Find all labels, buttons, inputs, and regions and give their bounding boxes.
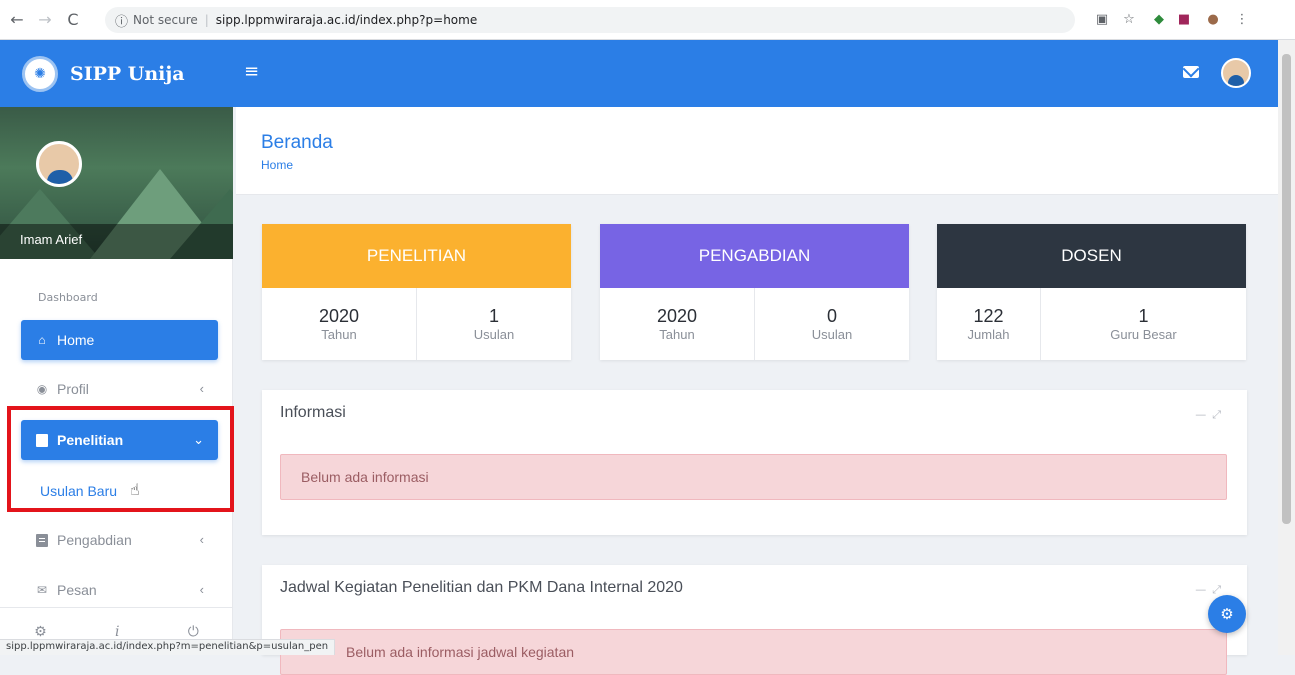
chevron-left-icon: ‹: [199, 381, 204, 396]
chevron-left-icon: ‹: [199, 582, 204, 597]
stat-card-title: DOSEN: [937, 224, 1246, 288]
brand-name: SIPP Unija: [70, 62, 185, 85]
profile-name[interactable]: Imam Arief: [0, 224, 233, 259]
stat-label: Jumlah: [967, 327, 1010, 342]
stat-cell: 1 Usulan: [416, 288, 571, 360]
stat-label: Tahun: [659, 327, 695, 342]
stat-card-pengabdian: PENGABDIAN 2020 Tahun 0 Usulan: [600, 224, 909, 360]
star-icon[interactable]: ☆: [1119, 9, 1139, 29]
user-circle-icon: ◉: [36, 382, 48, 396]
stat-label: Usulan: [811, 327, 853, 342]
sidebar: Imam Arief Dashboard ⌂ Home ◉ Profil ‹ P…: [0, 107, 234, 655]
address-bar[interactable]: ⓘ Not secure | sipp.lppmwiraraja.ac.id/i…: [105, 7, 1075, 33]
stat-label: Guru Besar: [1110, 327, 1177, 342]
stat-label: Usulan: [473, 327, 515, 342]
stat-cell: 122 Jumlah: [937, 288, 1040, 360]
settings-icon[interactable]: ⚙: [34, 624, 47, 640]
top-app-bar: [233, 40, 1278, 107]
stat-cell: 2020 Tahun: [600, 288, 754, 360]
info-icon[interactable]: ⓘ: [115, 11, 128, 30]
stat-card-title: PENELITIAN: [262, 224, 571, 288]
sidebar-item-label: Pengabdian: [57, 532, 132, 548]
stat-card-penelitian: PENELITIAN 2020 Tahun 1 Usulan: [262, 224, 571, 360]
panel-tools[interactable]: —⤢: [1195, 408, 1227, 422]
stat-card-body: 2020 Tahun 0 Usulan: [600, 288, 909, 360]
not-secure-label: Not secure: [133, 13, 198, 27]
info-alert: Belum ada informasi: [280, 454, 1227, 500]
stat-value: 2020: [318, 306, 360, 326]
highlight-box: [7, 406, 234, 512]
stat-label: Tahun: [321, 327, 357, 342]
translate-icon[interactable]: ▣: [1092, 9, 1112, 29]
sidebar-item-label: Profil: [57, 381, 89, 397]
url-text[interactable]: sipp.lppmwiraraja.ac.id/index.php?p=home: [216, 13, 477, 27]
chevron-left-icon: ‹: [199, 532, 204, 547]
stat-cell: 1 Guru Besar: [1040, 288, 1246, 360]
stat-value: 2020: [656, 306, 698, 326]
stat-value: 0: [826, 306, 837, 326]
stat-value: 1: [1138, 306, 1149, 326]
sidebar-item-label: Home: [57, 332, 95, 348]
sidebar-item-pesan[interactable]: ✉ Pesan ‹: [21, 570, 218, 610]
expand-icon[interactable]: ⤢: [1212, 408, 1227, 421]
sidebar-item-home[interactable]: ⌂ Home: [21, 320, 218, 360]
stat-cell: 0 Usulan: [754, 288, 909, 360]
document-icon: [35, 533, 49, 547]
sidebar-section-title: Dashboard: [38, 291, 98, 304]
mail-icon: ✉: [36, 583, 48, 597]
browser-toolbar: ← → C ⓘ Not secure | sipp.lppmwiraraja.a…: [0, 0, 1295, 40]
reload-icon[interactable]: C: [62, 9, 84, 31]
stat-cell: 2020 Tahun: [262, 288, 416, 360]
stat-card-title: PENGABDIAN: [600, 224, 909, 288]
info-icon[interactable]: i: [115, 624, 119, 640]
stat-value: 122: [973, 306, 1004, 326]
more-menu-icon[interactable]: ⋮: [1232, 9, 1252, 29]
minimize-icon[interactable]: —: [1195, 408, 1212, 421]
sidebar-item-pengabdian[interactable]: Pengabdian ‹: [21, 520, 218, 560]
status-bar-url: sipp.lppmwiraraja.ac.id/index.php?m=pene…: [0, 639, 336, 655]
scrollbar-thumb[interactable]: [1282, 54, 1291, 524]
university-logo-icon: ✺: [22, 55, 58, 92]
stat-value: 1: [488, 306, 499, 326]
settings-fab[interactable]: ⚙: [1208, 595, 1246, 633]
stat-card-body: 2020 Tahun 1 Usulan: [262, 288, 571, 360]
minimize-icon[interactable]: —: [1195, 583, 1212, 596]
page-header: Beranda Home: [236, 107, 1278, 195]
profile-avatar-icon[interactable]: ●: [1203, 9, 1223, 29]
extension-icon[interactable]: ◆: [1149, 9, 1169, 29]
forward-arrow-icon[interactable]: →: [34, 9, 56, 31]
stat-card-dosen: DOSEN 122 Jumlah 1 Guru Besar: [937, 224, 1246, 360]
schedule-panel: Jadwal Kegiatan Penelitian dan PKM Dana …: [262, 565, 1247, 675]
sidebar-item-label: Pesan: [57, 582, 97, 598]
extension-icon[interactable]: ■: [1174, 9, 1194, 29]
page-title: Beranda: [261, 132, 333, 153]
power-icon[interactable]: ⏻: [188, 624, 199, 640]
hamburger-menu-icon[interactable]: ≡: [244, 62, 264, 82]
sidebar-item-profil[interactable]: ◉ Profil ‹: [21, 369, 218, 409]
home-icon: ⌂: [38, 333, 46, 347]
breadcrumb[interactable]: Home: [261, 158, 293, 172]
panel-title: Informasi: [280, 404, 346, 421]
schedule-alert: Belum ada informasi jadwal kegiatan: [280, 629, 1227, 675]
scrollbar[interactable]: [1278, 40, 1295, 655]
panel-title: Jadwal Kegiatan Penelitian dan PKM Dana …: [280, 579, 683, 596]
gear-icon: ⚙: [1220, 605, 1234, 623]
profile-avatar[interactable]: [36, 141, 82, 187]
stat-card-body: 122 Jumlah 1 Guru Besar: [937, 288, 1246, 360]
profile-banner: Imam Arief: [0, 107, 233, 259]
brand-bar[interactable]: ✺ SIPP Unija: [0, 40, 233, 107]
info-panel: Informasi —⤢ Belum ada informasi: [262, 390, 1247, 535]
divider: |: [204, 13, 209, 27]
back-arrow-icon[interactable]: ←: [6, 9, 28, 31]
user-avatar[interactable]: [1221, 58, 1251, 88]
mail-icon[interactable]: [1183, 66, 1199, 78]
